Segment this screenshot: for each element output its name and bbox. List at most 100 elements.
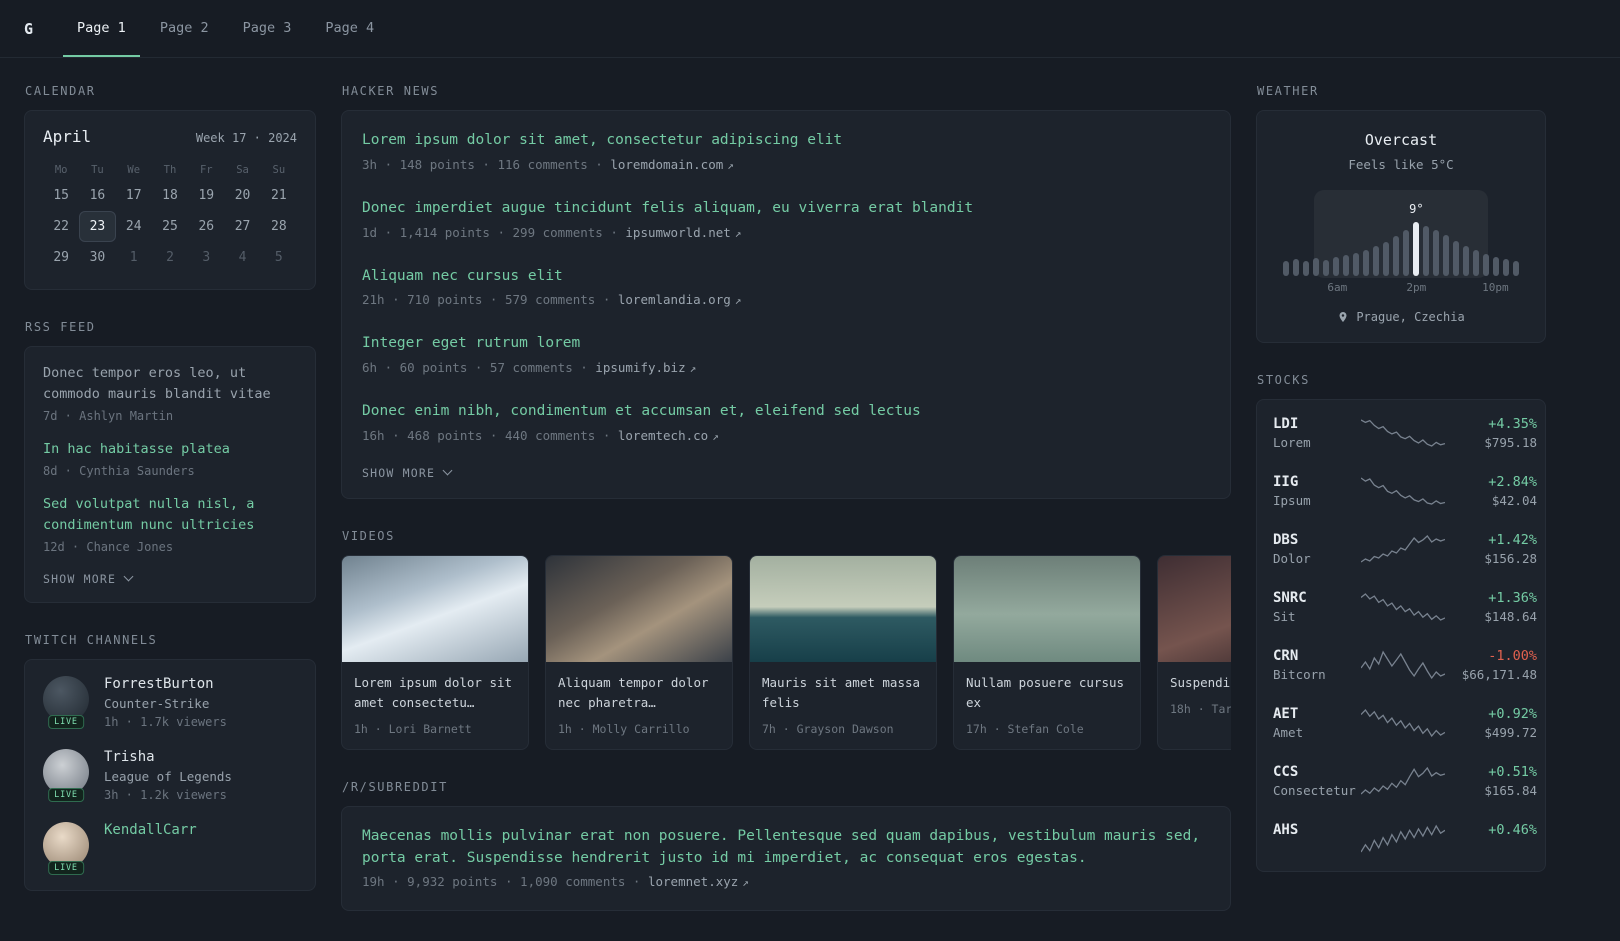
hn-item: Aliquam nec cursus elit 21h · 710 points… — [362, 253, 1210, 321]
video-thumbnail[interactable] — [546, 555, 732, 662]
video-thumbnail[interactable] — [750, 555, 936, 662]
stock-id: LDI Lorem — [1273, 416, 1361, 450]
stock-row[interactable]: CRN Bitcorn -1.00% $66,171.48 — [1273, 636, 1537, 694]
channel-viewers: 1h · 1.7k viewers — [104, 714, 227, 729]
reddit-post-title[interactable]: Maecenas mollis pulvinar erat non posuer… — [362, 826, 1210, 870]
videos-header: VIDEOS — [342, 528, 395, 543]
hn-item-title[interactable]: Aliquam nec cursus elit — [362, 266, 1210, 288]
stock-symbol: AET — [1273, 706, 1299, 722]
stock-name: Consectetur — [1273, 783, 1356, 798]
stock-row[interactable]: IIG Ipsum +2.84% $42.04 — [1273, 462, 1537, 520]
stock-sparkline — [1361, 650, 1445, 680]
app-logo[interactable]: G — [24, 20, 33, 38]
weather-bar — [1383, 242, 1389, 276]
stock-row[interactable]: SNRC Sit +1.36% $148.64 — [1273, 578, 1537, 636]
live-badge: LIVE — [48, 860, 84, 875]
live-badge: LIVE — [48, 714, 84, 729]
calendar-day: 25 — [162, 219, 178, 234]
channel-name[interactable]: Trisha — [104, 749, 155, 765]
stock-symbol: CRN — [1273, 648, 1299, 664]
video-title[interactable]: Aliquam tempor dolor nec pharetra… — [558, 673, 720, 713]
weather-bar — [1453, 241, 1459, 276]
video-title[interactable]: Suspendisse diam — [1170, 673, 1231, 693]
twitch-channel[interactable]: LIVE ForrestBurton Counter-Strike 1h · 1… — [43, 675, 297, 729]
twitch-channel[interactable]: LIVE KendallCarr — [43, 821, 297, 875]
video-meta: 17h · Stefan Cole — [966, 721, 1084, 736]
twitch-channel[interactable]: LIVE Trisha League of Legends 3h · 1.2k … — [43, 748, 297, 802]
calendar-header: CALENDAR — [25, 84, 96, 98]
video-card-body: Suspendisse diam 18h · Tara — [1158, 662, 1231, 729]
stock-name: Ipsum — [1273, 493, 1311, 508]
hn-meta-text: 1d · 1,414 points · 299 comments · — [362, 224, 626, 240]
hn-domain-link[interactable]: loremlandia.org ↗ — [618, 292, 742, 307]
hn-item-meta: 6h · 60 points · 57 comments · ipsumify.… — [362, 360, 1210, 375]
stocks-header: STOCKS — [1257, 373, 1310, 387]
stock-change: -1.00% — [1488, 648, 1537, 664]
stock-sparkline — [1361, 708, 1445, 738]
video-title[interactable]: Nullam posuere cursus ex — [966, 673, 1128, 713]
stock-price: $156.28 — [1484, 551, 1537, 566]
weather-bar — [1293, 259, 1299, 276]
stock-name: Amet — [1273, 725, 1304, 740]
hn-domain-link[interactable]: ipsumworld.net ↗ — [625, 225, 741, 240]
nav-tab[interactable]: Page 3 — [229, 0, 306, 57]
stock-row[interactable]: AET Amet +0.92% $499.72 — [1273, 694, 1537, 752]
hn-domain-link[interactable]: ipsumify.biz ↗ — [595, 360, 696, 375]
video-thumbnail[interactable] — [342, 555, 528, 662]
reddit-domain-link[interactable]: loremnet.xyz ↗ — [648, 874, 749, 889]
stock-id: CCS Consectetur — [1273, 764, 1361, 798]
calendar-day: 1 — [129, 250, 138, 265]
video-card[interactable]: Aliquam tempor dolor nec pharetra… 1h · … — [545, 554, 733, 750]
twitch-card: LIVE ForrestBurton Counter-Strike 1h · 1… — [24, 658, 316, 891]
stock-row[interactable]: DBS Dolor +1.42% $156.28 — [1273, 520, 1537, 578]
hn-item-meta: 16h · 468 points · 440 comments · loremt… — [362, 428, 1210, 443]
hn-domain-link[interactable]: loremtech.co ↗ — [618, 428, 719, 443]
channel-name[interactable]: ForrestBurton — [104, 676, 214, 692]
weather-bar — [1313, 258, 1319, 276]
hn-item-title[interactable]: Lorem ipsum dolor sit amet, consectetur … — [362, 130, 1210, 152]
video-card[interactable]: Mauris sit amet massa felis 7h · Grayson… — [749, 554, 937, 750]
channel-viewers: 3h · 1.2k viewers — [104, 787, 227, 802]
channel-category: Counter-Strike — [104, 695, 210, 711]
rss-item: Donec tempor eros leo, ut commodo mauris… — [43, 363, 297, 423]
hn-item-title[interactable]: Donec enim nibh, condimentum et accumsan… — [362, 401, 1210, 423]
hn-meta-text: 21h · 710 points · 579 comments · — [362, 292, 618, 308]
stock-sparkline — [1361, 476, 1445, 506]
rss-item-title[interactable]: Donec tempor eros leo, ut commodo mauris… — [43, 363, 297, 405]
video-card[interactable]: Lorem ipsum dolor sit amet consectetu… 1… — [341, 554, 529, 750]
calendar-weekday: Tu — [91, 164, 104, 176]
stock-change: +1.42% — [1488, 532, 1537, 548]
hn-domain: loremlandia.org — [617, 292, 731, 308]
rss-item-title[interactable]: In hac habitasse platea — [43, 439, 297, 460]
hn-item-title[interactable]: Donec imperdiet augue tincidunt felis al… — [362, 198, 1210, 220]
calendar-day: 18 — [162, 188, 178, 203]
stock-row[interactable]: CCS Consectetur +0.51% $165.84 — [1273, 752, 1537, 810]
stock-name: Dolor — [1273, 551, 1311, 566]
video-card[interactable]: Suspendisse diam 18h · Tara — [1157, 554, 1231, 750]
reddit-post-meta: 19h · 9,932 points · 1,090 comments · lo… — [362, 874, 1210, 889]
stock-values: +1.36% $148.64 — [1445, 590, 1537, 624]
calendar-day: 5 — [274, 250, 283, 265]
hn-item-title[interactable]: Integer eget rutrum lorem — [362, 333, 1210, 355]
video-title[interactable]: Lorem ipsum dolor sit amet consectetu… — [354, 673, 516, 713]
calendar-day: 29 — [53, 250, 69, 265]
hn-show-more-button[interactable]: SHOW MORE — [362, 456, 453, 490]
reddit-domain: loremnet.xyz — [647, 874, 739, 890]
stock-sparkline — [1361, 418, 1445, 448]
nav-tab[interactable]: Page 2 — [146, 0, 223, 57]
video-title[interactable]: Mauris sit amet massa felis — [762, 673, 924, 713]
reddit-post: Maecenas mollis pulvinar erat non posuer… — [362, 813, 1210, 903]
video-thumbnail[interactable] — [1158, 555, 1231, 662]
video-card[interactable]: Nullam posuere cursus ex 17h · Stefan Co… — [953, 554, 1141, 750]
calendar-day: 16 — [89, 188, 106, 203]
channel-name[interactable]: KendallCarr — [104, 822, 197, 838]
stock-row[interactable]: LDI Lorem +4.35% $795.18 — [1273, 404, 1537, 462]
stock-row[interactable]: AHS +0.46% — [1273, 810, 1537, 867]
rss-show-more-button[interactable]: SHOW MORE — [43, 570, 134, 586]
hn-domain-link[interactable]: loremdomain.com ↗ — [610, 157, 734, 172]
rss-item-title[interactable]: Sed volutpat nulla nisl, a condimentum n… — [43, 494, 297, 536]
nav-tab[interactable]: Page 4 — [311, 0, 388, 57]
video-thumbnail[interactable] — [954, 555, 1140, 662]
nav-tab[interactable]: Page 1 — [63, 0, 140, 57]
stock-sparkline — [1361, 824, 1445, 854]
